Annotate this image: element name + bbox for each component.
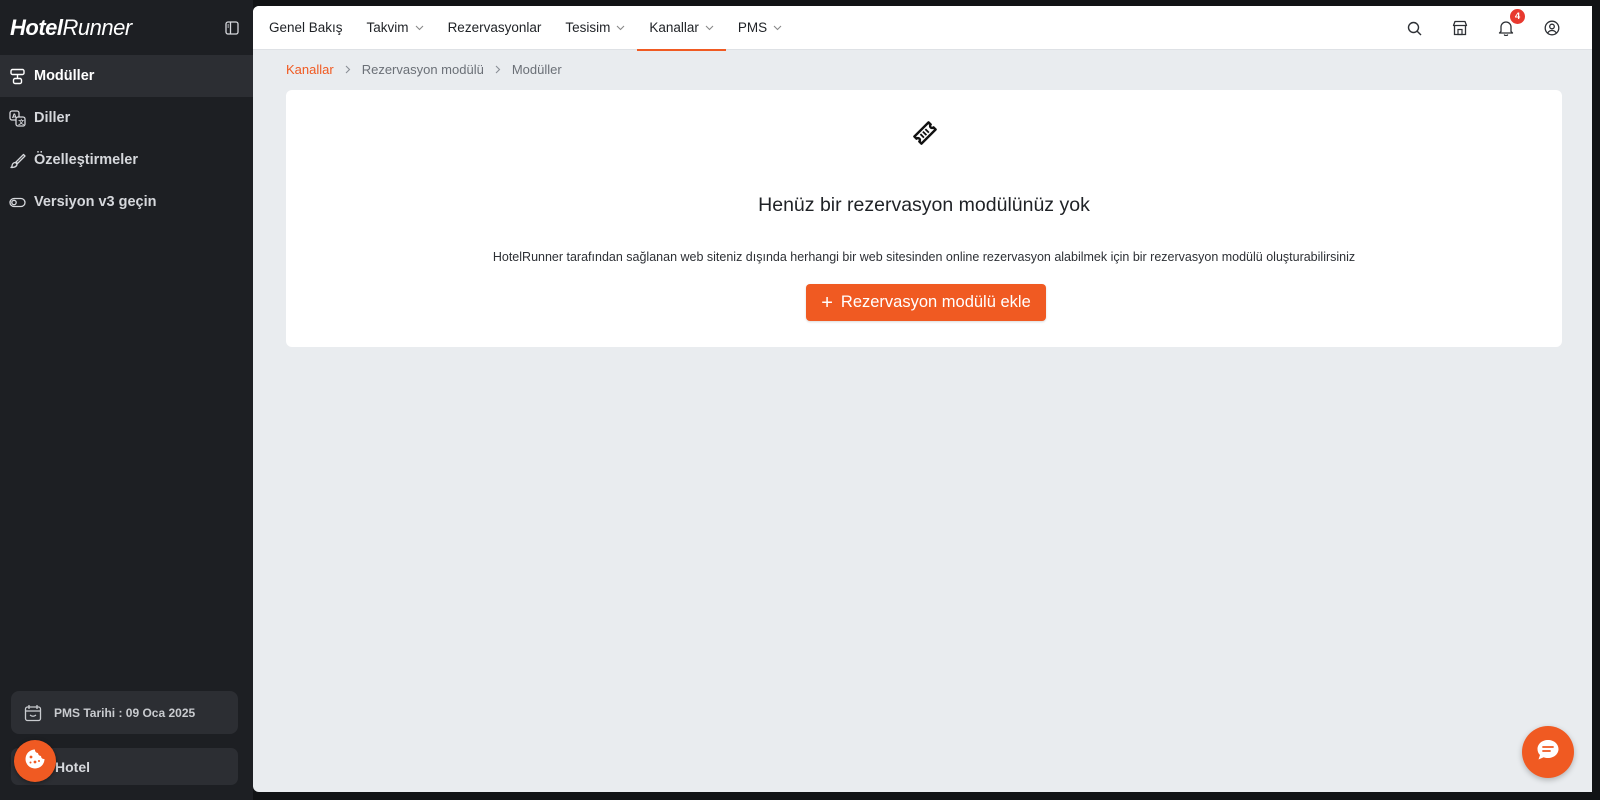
main-tabs: Genel Bakış Takvim Rezervasyonlar Tesisi… [253, 6, 794, 51]
tab-label: Takvim [366, 20, 409, 35]
tab-rezervasyonlar[interactable]: Rezervasyonlar [436, 6, 554, 50]
chat-support-button[interactable] [1522, 726, 1574, 778]
sidebar-nav: Modüller A文 Diller Özelleştirmeler Versi… [0, 55, 253, 223]
tab-genel-bakis[interactable]: Genel Bakış [257, 6, 355, 50]
tab-label: Tesisim [565, 20, 611, 35]
main-content: Genel Bakış Takvim Rezervasyonlar Tesisi… [253, 6, 1592, 792]
ticket-icon [910, 118, 940, 148]
empty-state-title: Henüz bir rezervasyon modülünüz yok [758, 194, 1090, 216]
plus-icon: + [821, 291, 833, 314]
sidebar-item-diller[interactable]: A文 Diller [0, 97, 253, 139]
sidebar: HotelRunner Modüller A文 Diller Özelleşti… [0, 0, 253, 800]
sidebar-item-label: Özelleştirmeler [34, 152, 138, 168]
bell-icon[interactable]: 4 [1496, 9, 1525, 38]
brush-icon [7, 150, 27, 170]
empty-state-card: Henüz bir rezervasyon modülünüz yok Hote… [286, 90, 1562, 347]
tab-label: Rezervasyonlar [447, 20, 542, 35]
chevron-down-icon [705, 25, 714, 31]
hotelrunner-logo[interactable]: HotelRunner [10, 15, 132, 41]
tab-takvim[interactable]: Takvim [355, 6, 436, 50]
top-actions: 4 [1378, 6, 1562, 50]
chevron-down-icon [616, 25, 625, 31]
breadcrumb-kanallar[interactable]: Kanallar [286, 62, 334, 77]
languages-icon: A文 [7, 108, 27, 128]
pms-date-text: PMS Tarihi : 09 Oca 2025 [54, 705, 196, 720]
chevron-right-icon [495, 65, 501, 74]
sidebar-item-label: Diller [34, 110, 71, 126]
search-icon[interactable] [1404, 18, 1424, 38]
toggle-icon [7, 192, 27, 212]
logo-row: HotelRunner [0, 0, 253, 55]
chevron-down-icon [415, 25, 424, 31]
tab-tesisim[interactable]: Tesisim [553, 6, 637, 50]
logo-text-hotel: Hotel [10, 14, 63, 40]
store-icon[interactable] [1450, 18, 1470, 38]
add-button-label: Rezervasyon modülü ekle [840, 293, 1031, 311]
hotel-name: Hotel [55, 758, 90, 775]
sidebar-item-versiyon-v3[interactable]: Versiyon v3 geçin [0, 181, 253, 223]
sidebar-item-moduller[interactable]: Modüller [0, 55, 253, 97]
chevron-right-icon [345, 65, 351, 74]
cookie-settings-button[interactable] [14, 740, 56, 782]
empty-state-description: HotelRunner tarafından sağlanan web site… [492, 250, 1356, 264]
add-reservation-module-button[interactable]: + Rezervasyon modülü ekle [806, 284, 1046, 321]
breadcrumb-rezervasyon-modulu[interactable]: Rezervasyon modülü [362, 62, 484, 77]
tab-label: Kanallar [649, 20, 699, 35]
notification-badge: 4 [1510, 9, 1525, 24]
modules-icon [7, 66, 27, 86]
sidebar-item-label: Versiyon v3 geçin [34, 194, 157, 210]
breadcrumb: Kanallar Rezervasyon modülü Modüller [286, 62, 562, 77]
logo-text-runner: Runner [62, 14, 133, 40]
breadcrumb-moduller: Modüller [511, 62, 562, 77]
chat-icon [1534, 736, 1562, 769]
calendar-icon [24, 703, 44, 723]
sidebar-toggle-icon[interactable] [223, 19, 241, 37]
user-account-icon[interactable] [1542, 18, 1562, 38]
chevron-down-icon [773, 25, 782, 31]
top-navbar: Genel Bakış Takvim Rezervasyonlar Tesisi… [253, 6, 1592, 51]
tab-label: Genel Bakış [269, 20, 343, 35]
svg-text:A: A [12, 113, 17, 120]
tab-label: PMS [737, 20, 768, 35]
tab-kanallar[interactable]: Kanallar [637, 6, 726, 51]
cookie-icon [23, 747, 47, 776]
sidebar-item-label: Modüller [34, 68, 95, 84]
pms-date-box[interactable]: PMS Tarihi : 09 Oca 2025 [11, 691, 238, 734]
svg-text:文: 文 [17, 118, 25, 126]
sidebar-item-ozellestirmeler[interactable]: Özelleştirmeler [0, 139, 253, 181]
tab-pms[interactable]: PMS [726, 6, 794, 50]
